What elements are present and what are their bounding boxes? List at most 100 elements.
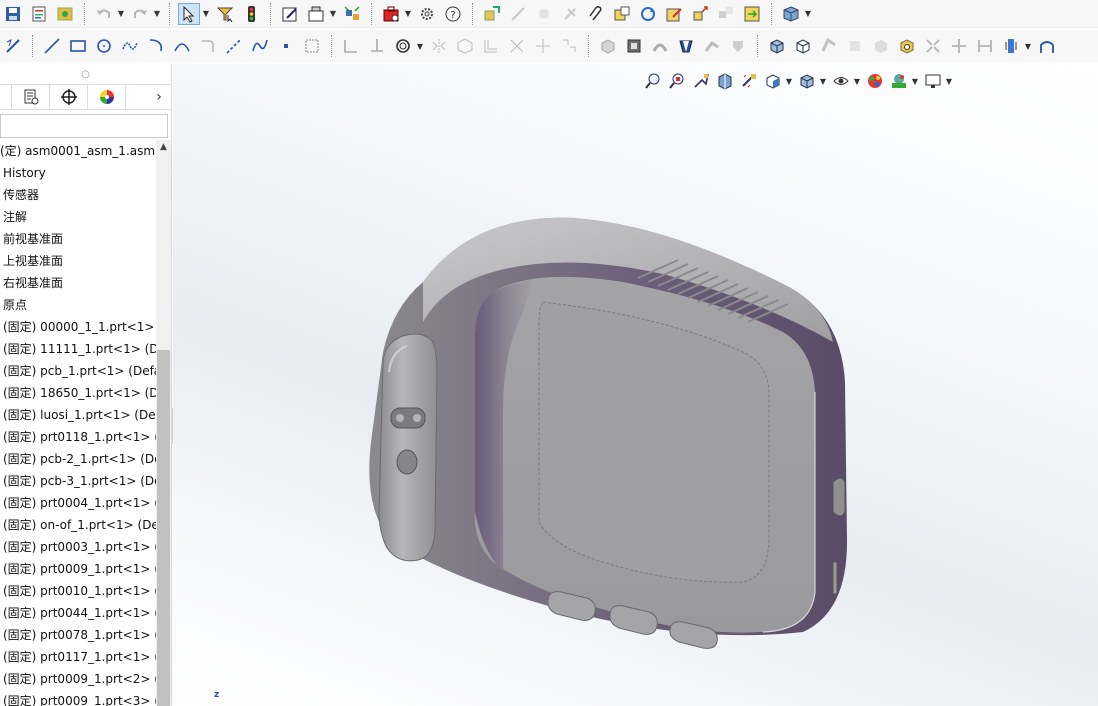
save-icon[interactable] [2,3,24,25]
move-entities-icon[interactable] [480,35,502,57]
tree-item[interactable]: 注解 [0,206,156,228]
tree-item[interactable]: (固定) prt0010_1.prt<1> (D [0,580,156,602]
tree-item[interactable]: (固定) luosi_1.prt<1> (Defa [0,404,156,426]
centerpoint-arc-icon[interactable] [171,35,193,57]
zoom-area-icon[interactable] [666,70,688,92]
boundary-icon[interactable] [701,35,723,57]
tree-item[interactable]: (固定) prt0078_1.prt<1> (D [0,624,156,646]
display-states-icon[interactable] [780,3,802,25]
spline-wave-icon[interactable] [249,35,271,57]
sweep-icon[interactable] [649,35,671,57]
tree-item[interactable]: (固定) pcb_1.prt<1> (Defa [0,360,156,382]
rotate-component-icon[interactable] [715,3,737,25]
box-dropdown-icon[interactable]: ▼ [329,3,337,25]
panel-grip[interactable]: ○ [0,64,171,84]
tree-item[interactable]: 原点 [0,294,156,316]
tree-item[interactable]: (固定) prt0009_1.prt<2> (D [0,668,156,690]
offset-icon[interactable] [392,35,414,57]
tree-item[interactable]: (固定) 18650_1.prt<1> (De [0,382,156,404]
rapid-sketch-icon[interactable] [558,35,580,57]
view-settings-icon[interactable] [922,70,944,92]
tree-item[interactable]: (固定) prt0117_1.prt<1> (D [0,646,156,668]
undo-icon[interactable] [93,3,115,25]
display-states-dropdown-icon[interactable]: ▼ [804,3,812,25]
hide-show-dropdown-icon[interactable]: ▼ [853,70,861,92]
filter-icon[interactable] [214,3,236,25]
revolve-icon[interactable] [623,35,645,57]
rebuild-icon[interactable] [637,3,659,25]
mirror-icon[interactable] [428,35,450,57]
box-icon[interactable] [305,3,327,25]
point-icon[interactable] [275,35,297,57]
tree-item[interactable]: (定) asm0001_asm_1.asm<1 [0,140,156,162]
traffic-light-icon[interactable] [240,3,262,25]
reference-geometry-icon[interactable] [1000,35,1022,57]
display-style-dropdown-icon[interactable]: ▼ [819,70,827,92]
tree-item[interactable]: History [0,162,156,184]
hole-wizard-icon[interactable] [896,35,918,57]
print-icon[interactable] [28,3,50,25]
rib-icon[interactable] [818,35,840,57]
move-component-icon[interactable] [689,3,711,25]
toolbox-dropdown-icon[interactable]: ▼ [404,3,412,25]
gear-icon[interactable] [416,3,438,25]
tree-item[interactable]: 传感器 [0,184,156,206]
sketch-fillet-icon[interactable] [506,35,528,57]
tree-item[interactable]: (固定) prt0009_1.prt<1> (D [0,558,156,580]
centerline-icon[interactable] [223,35,245,57]
assembly-model[interactable] [363,212,873,652]
apply-scene-icon[interactable] [888,70,910,92]
select-dropdown-icon[interactable]: ▼ [202,3,210,25]
section-view-icon[interactable] [714,70,736,92]
tree-item[interactable]: (固定) on-of_1.prt<1> (Def [0,514,156,536]
mirror-feature-icon[interactable] [948,35,970,57]
tab-feature-tree[interactable] [0,85,12,109]
tab-configuration[interactable] [50,85,88,109]
transfer-icon[interactable] [741,3,763,25]
paperclip-icon[interactable] [585,3,607,25]
tab-property-manager[interactable] [12,85,50,109]
loft-icon[interactable] [675,35,697,57]
redo-dropdown-icon[interactable]: ▼ [153,3,161,25]
smart-mate-icon[interactable] [533,3,555,25]
redo-icon[interactable] [129,3,151,25]
chevron-right-icon[interactable]: › [147,89,171,105]
arc-icon[interactable] [145,35,167,57]
shell-icon[interactable] [844,35,866,57]
circle-icon[interactable] [93,35,115,57]
explode-icon[interactable] [341,3,363,25]
tree-item[interactable]: (固定) pcb-2_1.prt<1> (De [0,448,156,470]
scroll-up-icon[interactable]: ▲ [156,140,171,154]
extrude-icon[interactable] [597,35,619,57]
fillet-icon[interactable] [197,35,219,57]
toolbox-icon[interactable] [380,3,402,25]
mate-icon[interactable] [507,3,529,25]
tree-item[interactable]: (固定) prt0004_1.prt<1> (D [0,492,156,514]
edit-component-icon[interactable] [663,3,685,25]
apply-scene-dropdown-icon[interactable]: ▼ [911,70,919,92]
trim-icon[interactable] [340,35,362,57]
line-icon[interactable] [41,35,63,57]
tab-appearance[interactable] [88,85,126,109]
tree-item[interactable]: (固定) prt0009_1.prt<3> (D [0,690,156,706]
spline-icon[interactable] [119,35,141,57]
tree-item[interactable]: 上视基准面 [0,250,156,272]
offset-dropdown-icon[interactable]: ▼ [416,35,424,57]
view-orientation-dropdown-icon[interactable]: ▼ [785,70,793,92]
tree-item[interactable]: (固定) 11111_1.prt<1> (Def [0,338,156,360]
sketch-icon[interactable] [279,3,301,25]
construction-icon[interactable] [301,35,323,57]
scroll-thumb[interactable] [157,350,170,706]
cut-icon[interactable] [727,35,749,57]
view-settings-dropdown-icon[interactable]: ▼ [945,70,953,92]
tree-item[interactable]: (固定) pcb-3_1.prt<1> (De [0,470,156,492]
fillet-feature-icon[interactable] [766,35,788,57]
pin-icon[interactable] [559,3,581,25]
chamfer-icon[interactable] [792,35,814,57]
tree-item[interactable]: (固定) prt0118_1.prt<1> (D [0,426,156,448]
view-orientation-icon[interactable] [762,70,784,92]
options-icon[interactable] [54,3,76,25]
previous-view-icon[interactable] [690,70,712,92]
hide-show-items-icon[interactable] [830,70,852,92]
zoom-to-fit-icon[interactable] [642,70,664,92]
